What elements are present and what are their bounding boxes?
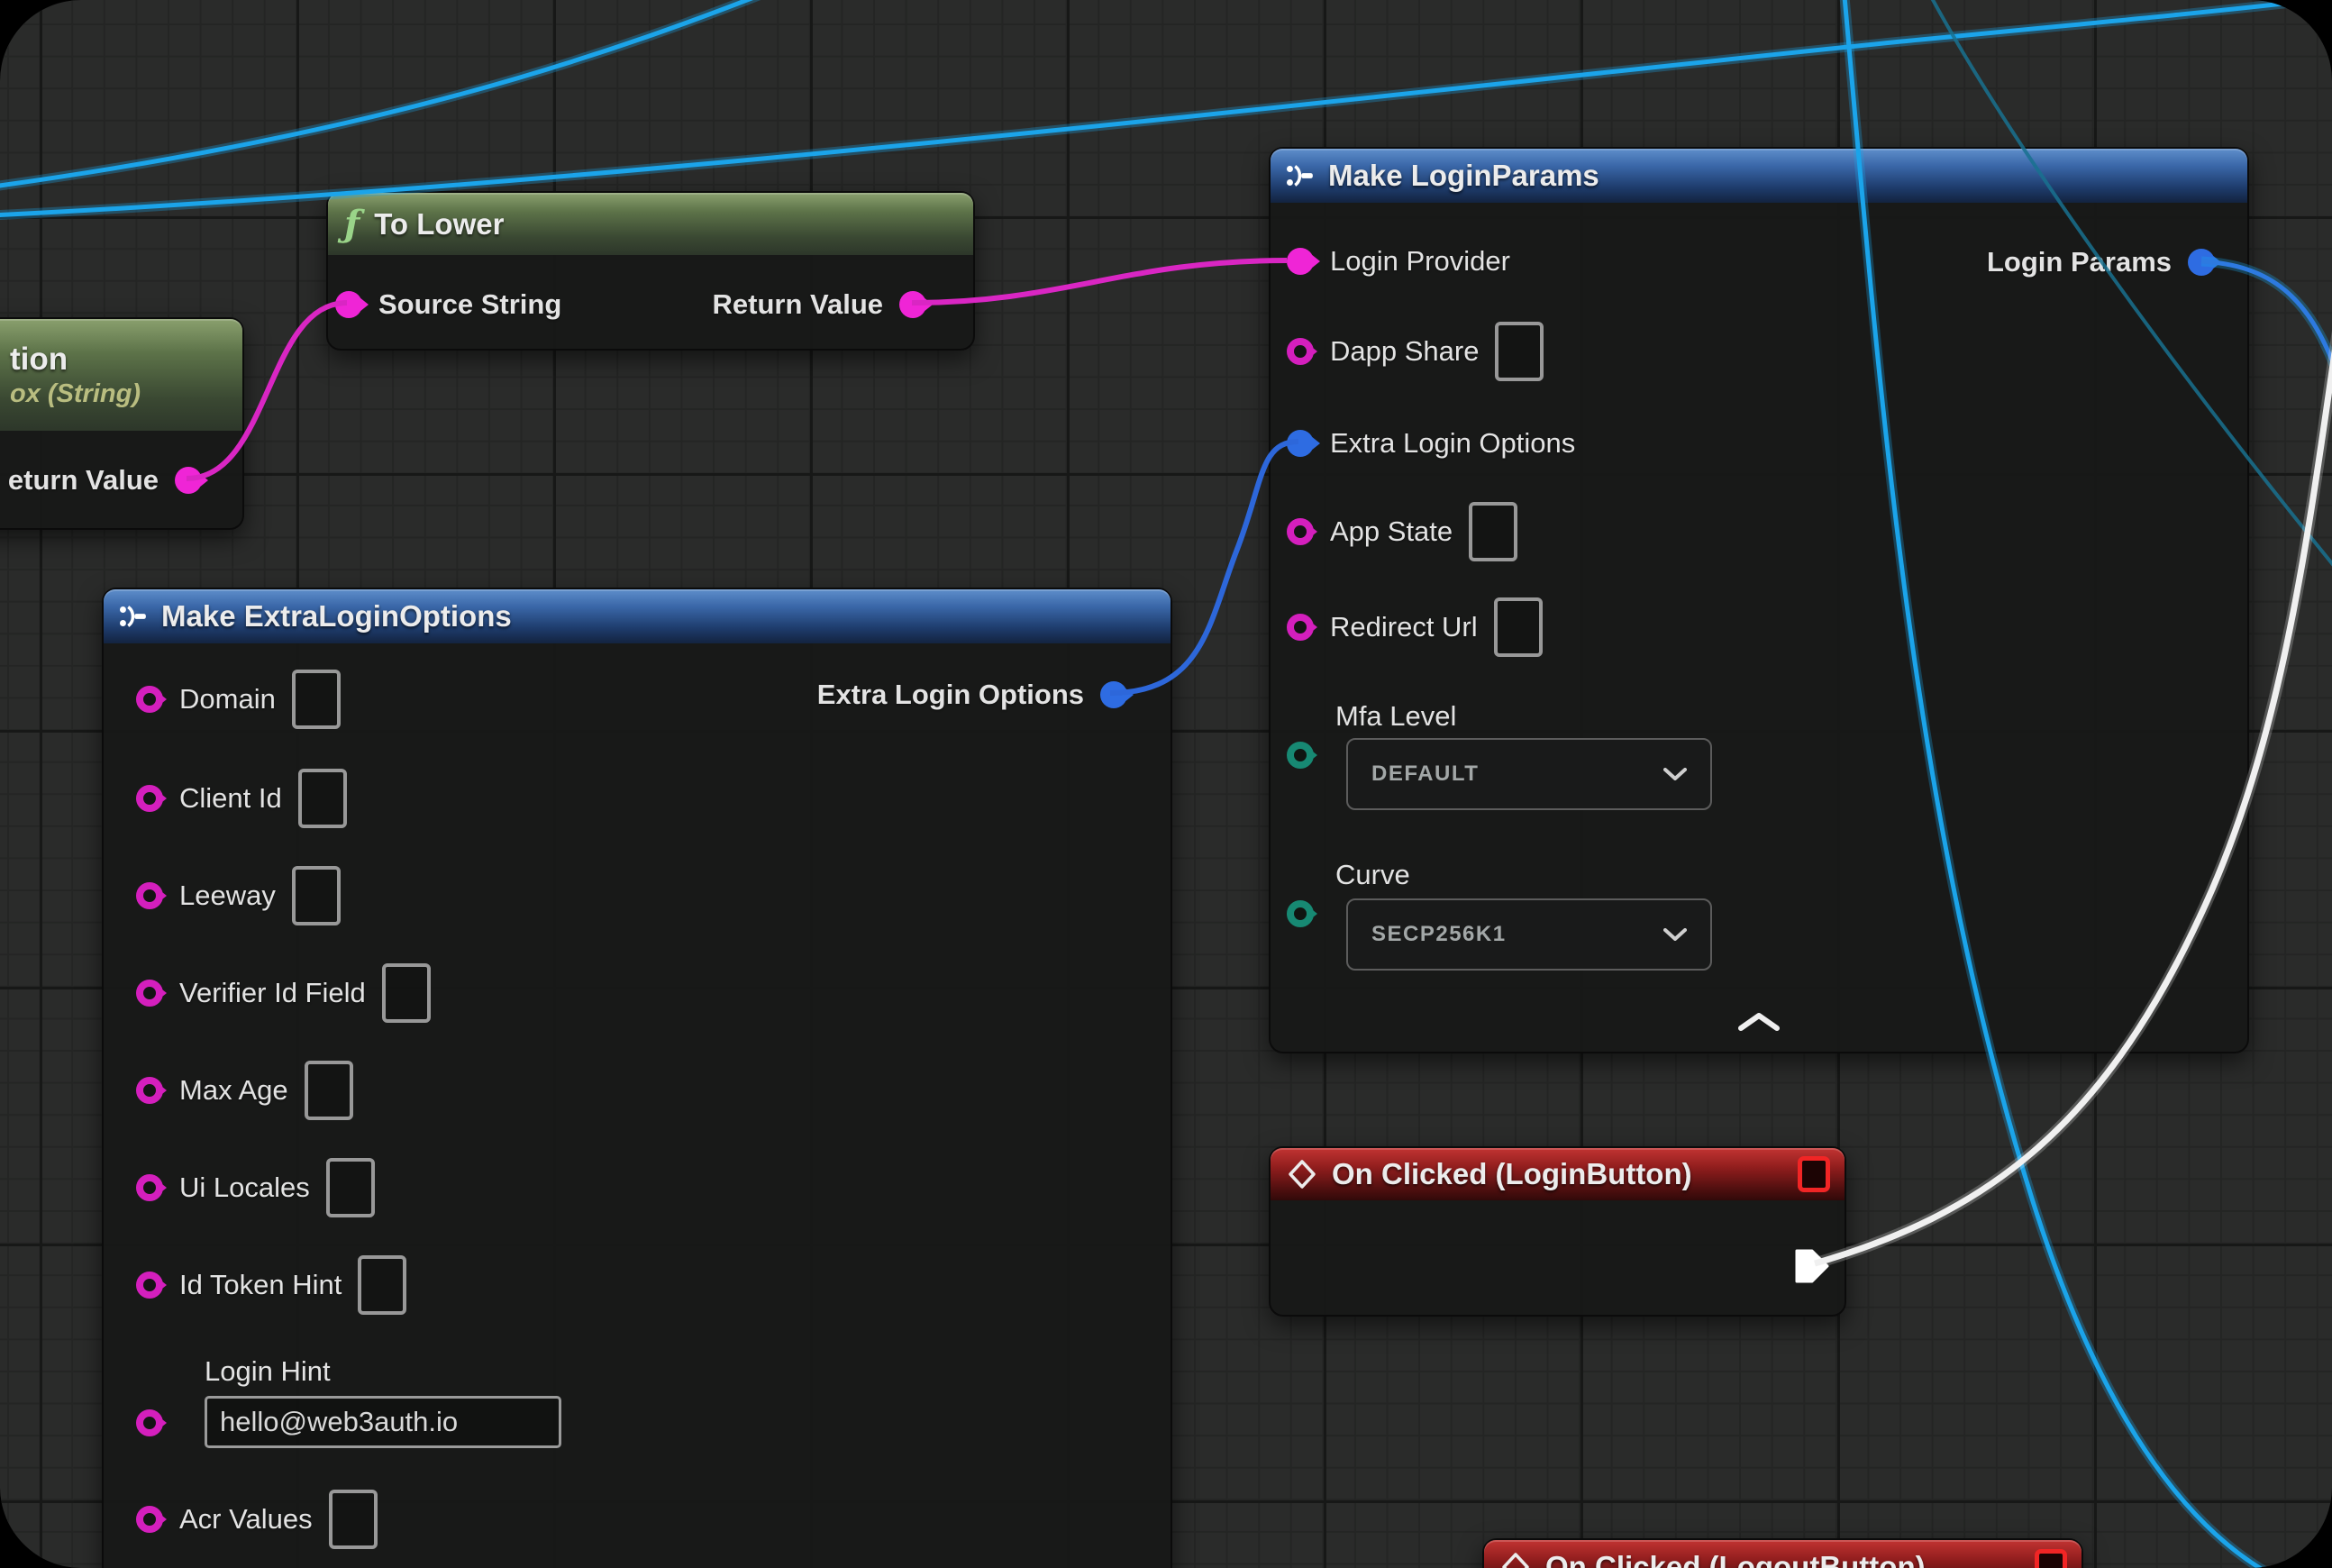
verifier-id-field-label: Verifier Id Field	[179, 977, 366, 1009]
node-to-lower[interactable]: ƒ To Lower Source String Return Value	[326, 191, 975, 351]
login-hint-input-pin[interactable]	[136, 1409, 163, 1436]
curve-input-pin[interactable]	[1287, 900, 1314, 927]
exec-output-pin[interactable]	[1792, 1246, 1832, 1286]
app-state-input-pin[interactable]	[1287, 518, 1314, 545]
node-header[interactable]: On Clicked (LoginButton)	[1271, 1148, 1845, 1200]
curve-label: Curve	[1335, 857, 1410, 893]
return-value-output-pin[interactable]	[899, 291, 926, 318]
client-id-input-pin[interactable]	[136, 785, 163, 812]
blueprint-graph-canvas[interactable]: tion ox (String) eturn Value ƒ To Lower …	[0, 0, 2332, 1568]
node-make-extra-login-options[interactable]: Make ExtraLoginOptions Extra Login Optio…	[102, 588, 1172, 1568]
mfa-level-input-pin[interactable]	[1287, 742, 1314, 769]
verifier-id-field-checkbox[interactable]	[382, 963, 431, 1023]
domain-input-pin[interactable]	[136, 686, 163, 713]
id-token-hint-input-pin[interactable]	[136, 1272, 163, 1299]
node-subtitle-fragment: ox (String)	[10, 379, 141, 409]
app-state-label: App State	[1330, 515, 1453, 548]
redirect-url-label: Redirect Url	[1330, 611, 1478, 643]
return-value-output-pin[interactable]	[175, 467, 202, 494]
max-age-label: Max Age	[179, 1074, 288, 1107]
event-binding-box-icon[interactable]	[1798, 1156, 1830, 1192]
dapp-share-checkbox[interactable]	[1495, 322, 1544, 381]
id-token-hint-label: Id Token Hint	[179, 1269, 342, 1301]
node-header[interactable]: ƒ To Lower	[328, 193, 973, 255]
max-age-input-pin[interactable]	[136, 1077, 163, 1104]
event-diamond-icon	[1500, 1552, 1531, 1568]
client-id-checkbox[interactable]	[298, 769, 347, 828]
chevron-down-icon	[1663, 768, 1687, 780]
leeway-label: Leeway	[179, 880, 276, 912]
redirect-url-checkbox[interactable]	[1494, 597, 1543, 657]
node-title: On Clicked (LoginButton)	[1332, 1157, 1692, 1191]
domain-checkbox[interactable]	[292, 670, 341, 729]
node-title: On Clicked (LogoutButton)	[1545, 1550, 1926, 1568]
leeway-checkbox[interactable]	[292, 866, 341, 925]
event-diamond-icon	[1287, 1159, 1317, 1190]
ui-locales-checkbox[interactable]	[326, 1158, 375, 1217]
node-on-clicked-login-button[interactable]: On Clicked (LoginButton)	[1269, 1146, 1846, 1317]
mfa-level-dropdown[interactable]: DEFAULT	[1346, 738, 1712, 810]
mfa-level-value: DEFAULT	[1371, 761, 1479, 787]
node-header[interactable]: On Clicked (LogoutButton)	[1484, 1540, 2081, 1568]
curve-dropdown[interactable]: SECP256K1	[1346, 898, 1712, 971]
source-string-input-pin[interactable]	[335, 291, 362, 318]
node-title: To Lower	[374, 207, 504, 242]
client-id-label: Client Id	[179, 782, 282, 815]
login-provider-label: Login Provider	[1330, 245, 1510, 278]
node-header[interactable]: Make ExtraLoginOptions	[104, 589, 1171, 643]
node-title-fragment: tion	[10, 342, 68, 378]
node-on-clicked-logout-button[interactable]: On Clicked (LogoutButton)	[1482, 1538, 2083, 1568]
curve-value: SECP256K1	[1371, 922, 1507, 947]
node-clipped-green-function[interactable]: tion ox (String) eturn Value	[0, 317, 244, 530]
return-value-label: Return Value	[713, 288, 884, 321]
login-hint-label: Login Hint	[205, 1354, 331, 1390]
chevron-down-icon	[1663, 928, 1687, 941]
extra-login-options-input-pin[interactable]	[1287, 430, 1314, 457]
node-make-login-params[interactable]: Make LoginParams Login Params Login Prov…	[1269, 147, 2249, 1053]
make-struct-icon	[120, 606, 147, 627]
make-struct-icon	[1287, 165, 1314, 187]
mfa-level-label: Mfa Level	[1335, 698, 1456, 734]
max-age-checkbox[interactable]	[305, 1061, 353, 1120]
node-header[interactable]: Make LoginParams	[1271, 149, 2247, 203]
event-binding-box-icon[interactable]	[2035, 1549, 2067, 1568]
acr-values-label: Acr Values	[179, 1503, 313, 1536]
ui-locales-label: Ui Locales	[179, 1171, 310, 1204]
node-title: Make ExtraLoginOptions	[161, 599, 512, 634]
login-provider-input-pin[interactable]	[1287, 248, 1314, 275]
node-title: Make LoginParams	[1328, 159, 1599, 193]
domain-label: Domain	[179, 683, 276, 716]
redirect-url-input-pin[interactable]	[1287, 614, 1314, 641]
ui-locales-input-pin[interactable]	[136, 1174, 163, 1201]
acr-values-checkbox[interactable]	[329, 1490, 378, 1549]
id-token-hint-checkbox[interactable]	[358, 1255, 406, 1315]
app-state-checkbox[interactable]	[1469, 502, 1517, 561]
dapp-share-input-pin[interactable]	[1287, 338, 1314, 365]
dapp-share-label: Dapp Share	[1330, 335, 1479, 368]
acr-values-input-pin[interactable]	[136, 1506, 163, 1533]
leeway-input-pin[interactable]	[136, 882, 163, 909]
source-string-label: Source String	[378, 288, 561, 321]
extra-login-options-label: Extra Login Options	[1330, 427, 1575, 460]
node-header[interactable]: tion ox (String)	[0, 319, 242, 431]
login-hint-text-input[interactable]: hello@web3auth.io	[205, 1396, 561, 1448]
return-value-label: eturn Value	[8, 464, 159, 497]
function-icon: ƒ	[344, 206, 360, 242]
verifier-id-field-input-pin[interactable]	[136, 980, 163, 1007]
collapse-node-chevron-icon[interactable]	[1735, 1012, 1782, 1032]
